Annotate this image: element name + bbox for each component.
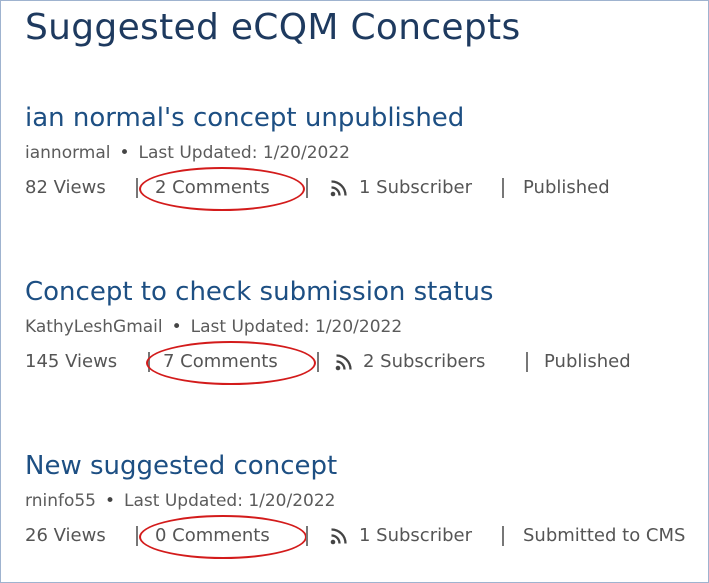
page-title: Suggested eCQM Concepts — [25, 7, 521, 48]
divider — [136, 178, 138, 198]
concepts-panel: Suggested eCQM Concepts ian normal's con… — [0, 0, 709, 583]
author-name[interactable]: iannormal — [25, 143, 110, 163]
subscribers-link[interactable]: 2 Subscribers — [363, 347, 485, 377]
concept-item: New suggested concept rninfo55 • Last Upda… — [25, 449, 709, 559]
concept-byline: rninfo55 • Last Updated: 1/20/2022 — [25, 489, 709, 513]
last-updated: Last Updated: 1/20/2022 — [124, 491, 336, 511]
concept-item: ian normal's concept unpublished iannorm… — [25, 101, 709, 211]
divider — [306, 526, 308, 546]
status-label: Submitted to CMS — [523, 525, 686, 546]
divider — [306, 178, 308, 198]
status-label: Published — [544, 351, 631, 372]
views-count: 26 Views — [25, 525, 106, 546]
concept-title-link[interactable]: Concept to check submission status — [25, 275, 709, 309]
author-name[interactable]: rninfo55 — [25, 491, 96, 511]
divider — [526, 352, 528, 372]
concept-title-link[interactable]: New suggested concept — [25, 449, 709, 483]
separator-dot: • — [104, 491, 116, 511]
rss-feed-icon — [330, 528, 347, 545]
annotation-circle — [146, 341, 316, 385]
separator-dot: • — [119, 143, 130, 163]
author-name[interactable]: KathyLeshGmail — [25, 317, 163, 337]
concept-item: Concept to check submission status Kathy… — [25, 275, 709, 385]
separator-dot: • — [171, 317, 182, 337]
divider — [317, 352, 319, 372]
annotation-circle — [139, 515, 307, 559]
subscribers-link[interactable]: 1 Subscriber — [359, 173, 472, 203]
concept-stats: 26 Views 0 Comments 1 Subscriber Submitt… — [25, 515, 709, 559]
rss-feed-icon — [335, 354, 352, 371]
divider — [502, 178, 504, 198]
status-label: Published — [523, 177, 610, 198]
last-updated: Last Updated: 1/20/2022 — [138, 143, 350, 163]
divider — [502, 526, 504, 546]
subscribers-link[interactable]: 1 Subscriber — [359, 521, 472, 551]
rss-feed-icon — [330, 180, 347, 197]
views-count: 145 Views — [25, 351, 118, 372]
annotation-circle — [139, 167, 305, 211]
concept-byline: KathyLeshGmail • Last Updated: 1/20/2022 — [25, 315, 709, 339]
last-updated: Last Updated: 1/20/2022 — [190, 317, 403, 337]
concept-byline: iannormal • Last Updated: 1/20/2022 — [25, 141, 709, 165]
concept-stats: 145 Views 7 Comments 2 Subscribers Publi… — [25, 341, 709, 385]
views-count: 82 Views — [25, 177, 106, 198]
divider — [136, 526, 138, 546]
concept-stats: 82 Views 2 Comments 1 Subscriber Publish… — [25, 167, 709, 211]
concept-title-link[interactable]: ian normal's concept unpublished — [25, 101, 709, 135]
